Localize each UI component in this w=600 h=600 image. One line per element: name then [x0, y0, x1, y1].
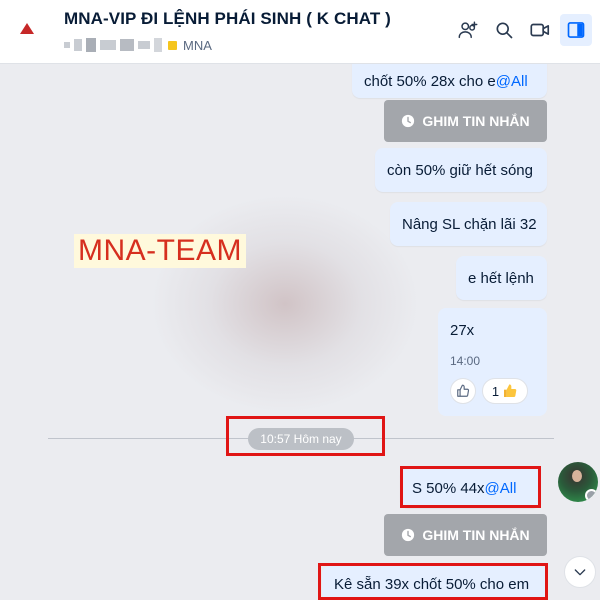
- search-icon: [496, 22, 513, 39]
- pixelated-member-name: [64, 42, 70, 48]
- message-text: còn 50% giữ hết sóng: [387, 161, 533, 179]
- like-reaction-button[interactable]: [450, 378, 476, 404]
- avatar-face: [572, 470, 582, 482]
- search-button[interactable]: [488, 14, 520, 46]
- message-time: 14:00: [450, 354, 481, 368]
- group-title[interactable]: MNA-VIP ĐI LỆNH PHÁI SINH ( K CHAT ): [64, 9, 391, 29]
- pixelated-member-name: [154, 38, 162, 52]
- sidebar-toggle-icon: [567, 22, 585, 38]
- tag-color-icon: [168, 40, 177, 50]
- message-text: e hết lệnh: [468, 269, 534, 287]
- pixelated-member-name: [138, 41, 150, 49]
- clock-icon: [402, 114, 415, 128]
- add-member-icon: [458, 21, 478, 39]
- reaction-summary[interactable]: 1: [482, 378, 528, 404]
- message-text: chốt 50% 28x cho e: [364, 72, 496, 90]
- video-call-button[interactable]: [524, 14, 556, 46]
- thumbs-up-outline-icon: [457, 384, 470, 397]
- clock-icon: [402, 528, 415, 542]
- pin-message-label: GHIM TIN NHẮN: [422, 527, 530, 543]
- scroll-to-bottom-button[interactable]: [564, 556, 596, 588]
- watermark-label: MNA-TEAM: [74, 234, 246, 268]
- pixelated-member-name: [100, 40, 116, 50]
- highlight-box: [400, 466, 541, 508]
- pin-message-button[interactable]: GHIM TIN NHẮN: [384, 514, 547, 556]
- status-badge: [585, 489, 598, 502]
- group-subtitle: MNA: [64, 36, 212, 54]
- group-avatar[interactable]: [12, 14, 42, 44]
- message-bubble[interactable]: còn 50% giữ hết sóng: [375, 148, 547, 192]
- message-text: 27x: [450, 322, 475, 339]
- chat-area[interactable]: MNA-TEAM chốt 50% 28x cho e @All GHIM TI…: [0, 64, 600, 600]
- reaction-count: 1: [491, 383, 500, 399]
- pixelated-member-name: [74, 39, 82, 51]
- logo-icon: [20, 23, 34, 34]
- blurred-background-image: [150, 194, 420, 414]
- mention-all[interactable]: @All: [496, 73, 528, 90]
- message-text: Nâng SL chặn lãi 32: [402, 215, 537, 233]
- video-call-icon: [530, 23, 550, 37]
- pin-message-label: GHIM TIN NHẮN: [422, 113, 530, 129]
- thumbs-up-emoji-icon: [504, 384, 517, 397]
- message-bubble[interactable]: chốt 50% 28x cho e @All: [352, 64, 547, 98]
- message-bubble[interactable]: Nâng SL chặn lãi 32: [390, 202, 547, 246]
- sidebar-toggle-button[interactable]: [560, 14, 592, 46]
- pixelated-member-name: [86, 38, 96, 52]
- chat-header: MNA-VIP ĐI LỆNH PHÁI SINH ( K CHAT ) MNA: [0, 0, 600, 64]
- add-member-button[interactable]: [452, 14, 484, 46]
- pin-message-button[interactable]: GHIM TIN NHẮN: [384, 100, 547, 142]
- highlight-box: [226, 416, 385, 456]
- pixelated-member-name: [120, 39, 134, 51]
- message-bubble[interactable]: e hết lệnh: [456, 256, 547, 300]
- sender-avatar[interactable]: [558, 462, 598, 502]
- highlight-box: [318, 563, 548, 600]
- group-tag[interactable]: MNA: [183, 38, 212, 53]
- header-actions: [448, 14, 592, 46]
- chevron-down-icon: [574, 569, 586, 576]
